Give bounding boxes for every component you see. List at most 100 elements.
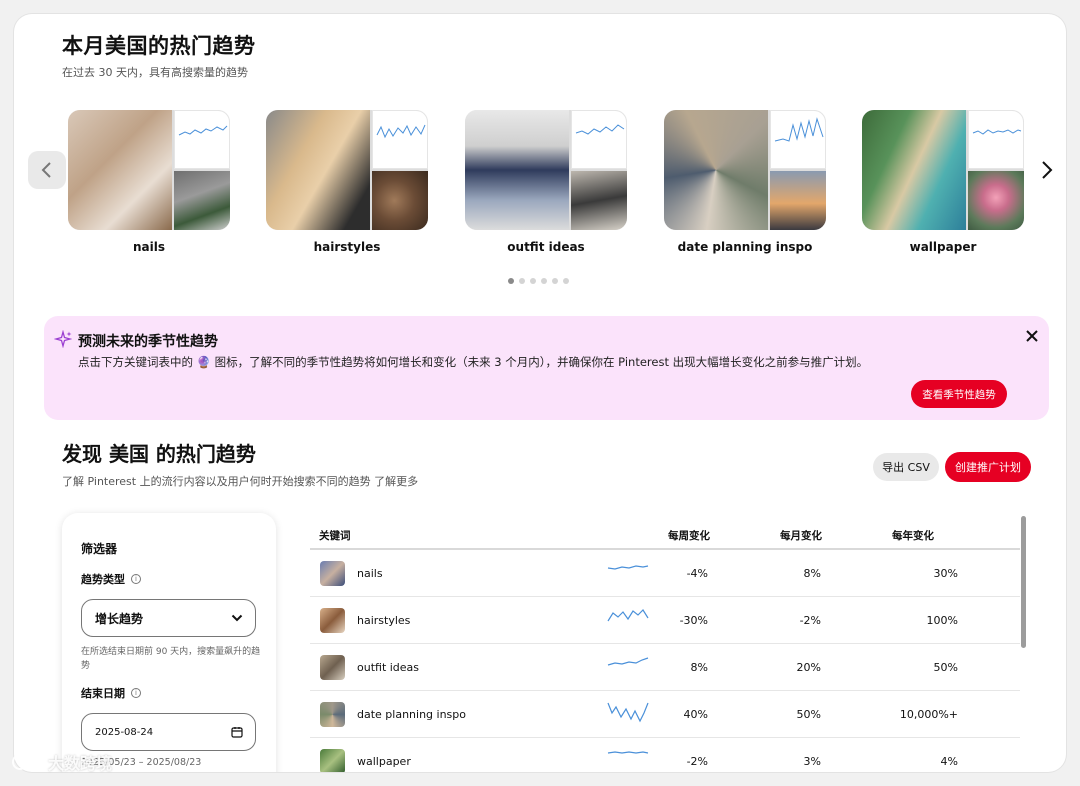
- end-date-value: 2025-08-24: [95, 726, 154, 738]
- trend-card-wallpaper[interactable]: wallpaper: [862, 110, 1024, 254]
- banner-title: 预测未来的季节性趋势: [78, 334, 218, 350]
- keyword-thumbnail: [320, 655, 345, 680]
- trend-card-image: [266, 110, 428, 230]
- table-row[interactable]: outfit ideas 8% 20% 50%: [310, 644, 1020, 691]
- trend-card-label: outfit ideas: [507, 240, 585, 254]
- close-icon: [1026, 330, 1038, 342]
- yearly-change-cell: 50%: [933, 661, 958, 674]
- watermark: 大数跨境: [10, 750, 112, 774]
- end-date-input[interactable]: 2025-08-24: [81, 713, 256, 751]
- weekly-change-cell: 40%: [683, 708, 708, 721]
- table-scrollbar[interactable]: [1021, 516, 1026, 648]
- trend-card-image: [664, 110, 826, 230]
- table-row[interactable]: date planning inspo 40% 50% 10,000%+: [310, 691, 1020, 738]
- keyword-cell[interactable]: outfit ideas: [357, 661, 419, 674]
- calendar-icon: [231, 727, 243, 738]
- banner-close-button[interactable]: [1022, 326, 1042, 346]
- trends-subtitle: 在过去 30 天内，具有高搜索量的趋势: [62, 66, 248, 79]
- keyword-thumbnail: [320, 702, 345, 727]
- table-header: 关键词 每周变化 每月变化 每年变化: [310, 518, 1020, 550]
- yearly-change-cell: 30%: [933, 567, 958, 580]
- header-monthly[interactable]: 每月变化: [780, 528, 822, 543]
- trend-type-hint: 在所选结束日期前 90 天内，搜索量飙升的趋势: [81, 647, 261, 671]
- weekly-change-cell: 8%: [690, 661, 708, 674]
- trend-card-label: nails: [132, 240, 165, 254]
- seasonal-trends-banner: 预测未来的季节性趋势 点击下方关键词表中的 🔮 图标，了解不同的季节性趋势将如何…: [44, 316, 1049, 420]
- header-weekly[interactable]: 每周变化: [668, 528, 710, 543]
- export-csv-button[interactable]: 导出 CSV: [873, 453, 939, 481]
- header-yearly[interactable]: 每年变化: [892, 528, 934, 543]
- trend-card-date-planning-inspo[interactable]: date planning inspo: [664, 110, 826, 254]
- chevron-right-icon: [1042, 161, 1053, 179]
- keyword-cell[interactable]: wallpaper: [357, 755, 411, 768]
- monthly-change-cell: 3%: [803, 755, 821, 768]
- pagination-dot[interactable]: [552, 278, 558, 284]
- end-date-label: 结束日期 i: [81, 685, 141, 701]
- keyword-cell[interactable]: nails: [357, 567, 383, 580]
- weekly-change-cell: -4%: [686, 567, 708, 580]
- pagination-dot[interactable]: [563, 278, 569, 284]
- monthly-change-cell: 50%: [796, 708, 821, 721]
- table-row[interactable]: wallpaper -2% 3% 4%: [310, 738, 1020, 772]
- filter-panel: 筛选器 趋势类型 i 增长趋势 在所选结束日期前 90 天内，搜索量飙升的趋势 结…: [62, 513, 276, 772]
- keyword-cell[interactable]: date planning inspo: [357, 708, 466, 721]
- weekly-change-cell: -30%: [679, 614, 708, 627]
- banner-description: 点击下方关键词表中的 🔮 图标，了解不同的季节性趋势将如何增长和变化（未来 3 …: [78, 355, 869, 369]
- trend-card-image: [465, 110, 627, 230]
- table-row[interactable]: hairstyles -30% -2% 100%: [310, 597, 1020, 644]
- discover-title: 发现 美国 的热门趋势: [62, 442, 256, 466]
- create-campaign-button[interactable]: 创建推广计划: [945, 452, 1031, 482]
- trend-card-image: [68, 110, 230, 230]
- trend-card-nails[interactable]: nails: [68, 110, 230, 254]
- pagination-dot[interactable]: [508, 278, 514, 284]
- watermark-text: 大数跨境: [48, 754, 113, 773]
- trend-type-select[interactable]: 增长趋势: [81, 599, 256, 637]
- trend-type-value: 增长趋势: [95, 611, 144, 626]
- monthly-change-cell: 20%: [796, 661, 821, 674]
- keyword-sparkline: [607, 751, 649, 754]
- trend-card-label: hairstyles: [313, 240, 381, 254]
- carousel-next-button[interactable]: [1036, 154, 1058, 186]
- trends-page: 本月美国的热门趋势 在过去 30 天内，具有高搜索量的趋势 nails hair…: [14, 14, 1066, 772]
- yearly-change-cell: 100%: [926, 614, 958, 627]
- keyword-cell[interactable]: hairstyles: [357, 614, 410, 627]
- keyword-sparkline: [607, 609, 649, 622]
- pagination-dot[interactable]: [530, 278, 536, 284]
- trend-card-outfit-ideas[interactable]: outfit ideas: [465, 110, 627, 254]
- keyword-sparkline: [607, 657, 649, 666]
- keyword-sparkline: [607, 702, 649, 723]
- pagination-dot[interactable]: [541, 278, 547, 284]
- keyword-sparkline: [607, 565, 649, 570]
- trend-card-hairstyles[interactable]: hairstyles: [266, 110, 428, 254]
- watermark-logo-icon: [12, 754, 38, 770]
- pagination-dot[interactable]: [519, 278, 525, 284]
- discover-subtitle: 了解 Pinterest 上的流行内容以及用户何时开始搜索不同的趋势 了解更多: [62, 473, 418, 489]
- carousel-pagination: [508, 278, 569, 284]
- keyword-thumbnail: [320, 749, 345, 772]
- carousel-prev-button[interactable]: [28, 151, 66, 189]
- trend-card-image: [862, 110, 1024, 230]
- chevron-left-icon: [41, 162, 51, 178]
- keyword-thumbnail: [320, 608, 345, 633]
- learn-more-link[interactable]: 了解更多: [374, 475, 418, 488]
- filter-title: 筛选器: [81, 542, 118, 556]
- sparkle-icon: [54, 330, 72, 348]
- table-row[interactable]: nails -4% 8% 30%: [310, 550, 1020, 597]
- keyword-thumbnail: [320, 561, 345, 586]
- trend-card-label: date planning inspo: [677, 240, 813, 254]
- trend-type-label: 趋势类型 i: [81, 571, 141, 587]
- info-icon[interactable]: i: [131, 574, 141, 584]
- info-icon[interactable]: i: [131, 688, 141, 698]
- discover-subtitle-text: 了解 Pinterest 上的流行内容以及用户何时开始搜索不同的趋势: [62, 475, 371, 488]
- trend-card-label: wallpaper: [909, 240, 977, 254]
- weekly-change-cell: -2%: [686, 755, 708, 768]
- trend-type-label-text: 趋势类型: [81, 573, 125, 586]
- yearly-change-cell: 4%: [940, 755, 958, 768]
- header-keyword[interactable]: 关键词: [319, 528, 351, 543]
- chevron-down-icon: [231, 614, 243, 622]
- view-seasonal-trends-button[interactable]: 查看季节性趋势: [911, 380, 1007, 408]
- trends-title: 本月美国的热门趋势: [62, 34, 256, 58]
- monthly-change-cell: 8%: [803, 567, 821, 580]
- monthly-change-cell: -2%: [799, 614, 821, 627]
- end-date-label-text: 结束日期: [81, 687, 125, 700]
